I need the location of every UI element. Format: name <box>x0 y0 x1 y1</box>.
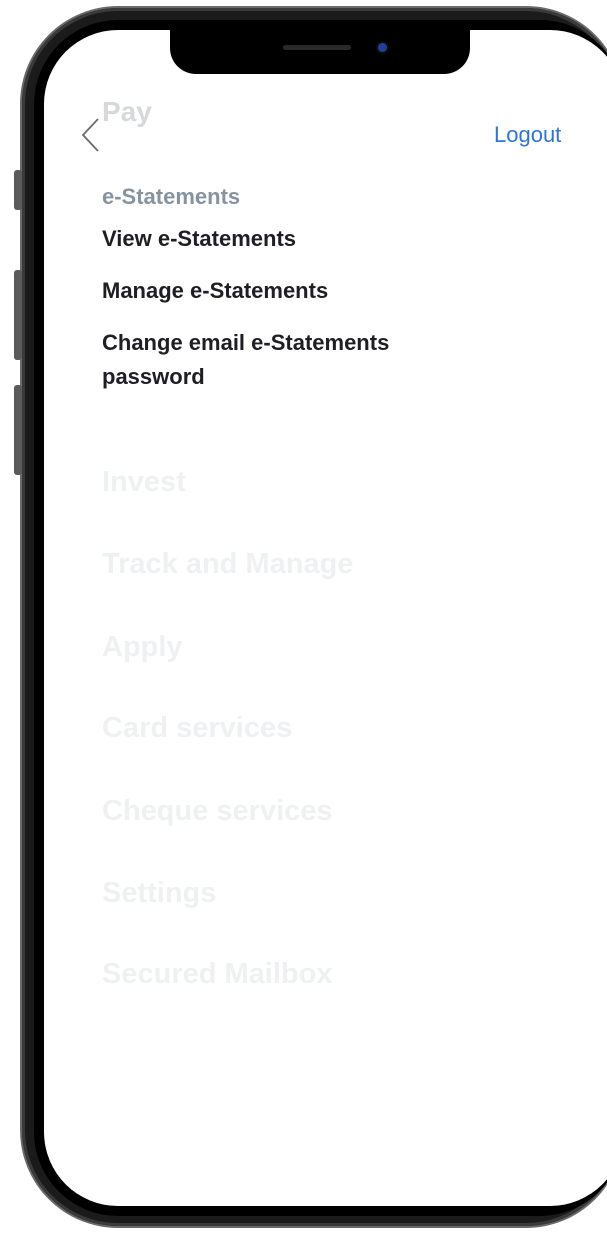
menu-item-invest[interactable]: Invest <box>102 466 186 499</box>
menu-item-apply[interactable]: Apply <box>102 631 183 664</box>
phone-notch <box>170 30 470 74</box>
submenu-item-manage-e-statements[interactable]: Manage e-Statements <box>102 274 482 308</box>
menu-item-settings[interactable]: Settings <box>102 877 216 910</box>
menu-item-card-services[interactable]: Card services <box>102 712 292 745</box>
menu-item-cheque-services[interactable]: Cheque services <box>102 795 333 828</box>
back-button[interactable] <box>78 116 104 154</box>
volume-up-button <box>14 270 22 360</box>
menu-item-secured-mailbox[interactable]: Secured Mailbox <box>102 958 332 991</box>
page-title: Pay <box>102 96 152 127</box>
menu-item-track-and-manage[interactable]: Track and Manage <box>102 548 353 581</box>
logout-link[interactable]: Logout <box>494 122 561 148</box>
section-label-e-statements: e-Statements <box>102 184 241 209</box>
speaker-grille <box>283 45 351 50</box>
phone-mockup: Pay Logout e-Statements View e-Statement… <box>0 0 607 1233</box>
mute-switch <box>14 170 22 210</box>
volume-down-button <box>14 385 22 475</box>
submenu-item-view-e-statements[interactable]: View e-Statements <box>102 222 482 256</box>
front-camera <box>378 43 387 52</box>
submenu-item-change-email-password[interactable]: Change email e-Statements password <box>102 326 482 394</box>
chevron-left-icon <box>81 118 99 152</box>
